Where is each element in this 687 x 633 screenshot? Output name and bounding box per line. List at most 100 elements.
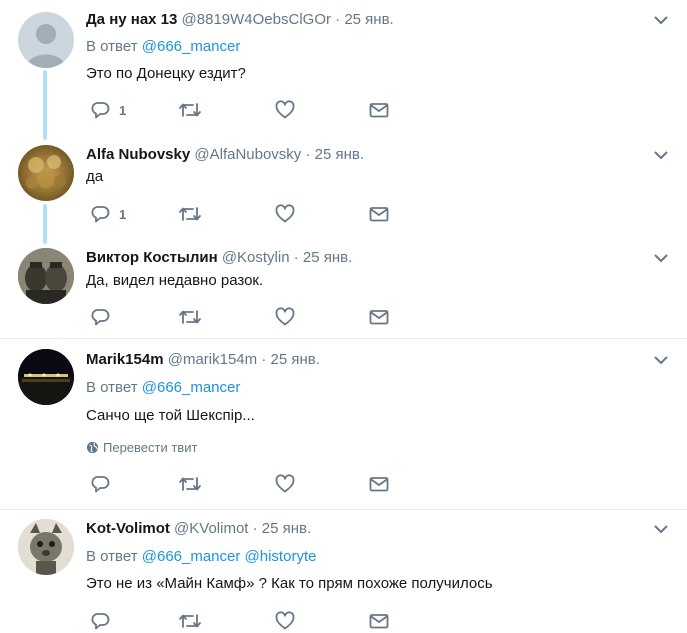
- display-name[interactable]: Marik154m: [86, 351, 164, 368]
- direct-message-icon: [369, 310, 389, 325]
- reply-icon: [91, 309, 110, 326]
- display-name[interactable]: Виктор Костылин: [86, 249, 218, 266]
- tweet-actions: [86, 306, 406, 328]
- reply-count: 1: [119, 206, 127, 222]
- user-handle[interactable]: @Kostylin: [222, 249, 290, 266]
- avatar[interactable]: [18, 519, 74, 575]
- reply-button[interactable]: 1: [90, 99, 126, 121]
- like-button[interactable]: [275, 473, 295, 495]
- tweet-header: Alfa Nubovsky @AlfaNubovsky · 25 янв.: [86, 146, 364, 164]
- default-avatar-icon: [26, 24, 66, 68]
- tweet-date[interactable]: · 25 янв.: [305, 146, 364, 163]
- tweet-actions: [86, 610, 406, 632]
- translate-tweet-link[interactable]: Перевести твит: [86, 440, 197, 456]
- reply-context: В ответ @666_mancer @historyte: [86, 548, 316, 566]
- like-icon: [275, 204, 295, 223]
- direct-message-icon: [369, 103, 389, 118]
- tweet[interactable]: Виктор Костылин @Kostylin · 25 янв. Да, …: [0, 240, 687, 338]
- tweet-actions: [86, 473, 406, 495]
- direct-message-icon: [369, 614, 389, 629]
- display-name[interactable]: Alfa Nubovsky: [86, 146, 190, 163]
- retweet-icon: [179, 310, 201, 324]
- like-icon: [275, 307, 295, 326]
- tweet-date[interactable]: · 25 янв.: [294, 249, 353, 266]
- retweet-icon: [179, 207, 201, 221]
- like-button[interactable]: [275, 610, 295, 632]
- direct-message-button[interactable]: [369, 306, 389, 328]
- reply-prefix: В ответ: [86, 38, 138, 55]
- tweet-text: Санчо ще той Шекспір...: [86, 407, 255, 424]
- chevron-down-icon[interactable]: [653, 523, 669, 535]
- avatar[interactable]: [18, 349, 74, 405]
- display-name[interactable]: Да ну нах 13: [86, 11, 177, 28]
- reply-button[interactable]: [90, 473, 110, 495]
- retweet-button[interactable]: [178, 473, 202, 495]
- reply-handle-link[interactable]: @666_mancer @historyte: [142, 548, 317, 565]
- globe-icon: [86, 441, 99, 454]
- avatar-default[interactable]: [18, 12, 74, 68]
- profile-photo: [18, 248, 74, 304]
- chevron-down-icon[interactable]: [653, 14, 669, 26]
- like-icon: [275, 611, 295, 630]
- retweet-button[interactable]: [178, 610, 202, 632]
- tweet[interactable]: Да ну нах 13 @8819W4OebsClGOr · 25 янв. …: [0, 0, 687, 135]
- tweet-text: да: [86, 168, 104, 185]
- tweet-date[interactable]: · 25 янв.: [261, 351, 320, 368]
- display-name[interactable]: Kot-Volimot: [86, 520, 170, 537]
- user-handle[interactable]: @8819W4OebsClGOr: [182, 11, 331, 28]
- user-handle[interactable]: @marik154m: [168, 351, 257, 368]
- direct-message-icon: [369, 477, 389, 492]
- tweet-header: Виктор Костылин @Kostylin · 25 янв.: [86, 249, 352, 267]
- reply-button[interactable]: [90, 306, 110, 328]
- tweet-date[interactable]: · 25 янв.: [335, 11, 394, 28]
- tweet-text: Это не из «Майн Камф» ? Как то прям похо…: [86, 575, 493, 592]
- reply-icon: [91, 476, 110, 493]
- reply-handle-link[interactable]: @666_mancer: [142, 379, 241, 396]
- tweet[interactable]: Kot-Volimot @KVolimot · 25 янв. В ответ …: [0, 510, 687, 633]
- profile-photo: [18, 349, 74, 405]
- tweet[interactable]: Alfa Nubovsky @AlfaNubovsky · 25 янв. да…: [0, 135, 687, 240]
- retweet-icon: [179, 477, 201, 491]
- translate-label: Перевести твит: [103, 440, 198, 455]
- tweet-header: Kot-Volimot @KVolimot · 25 янв.: [86, 520, 311, 538]
- reply-button[interactable]: [90, 610, 110, 632]
- reply-handle-link[interactable]: @666_mancer: [142, 38, 241, 55]
- tweet-actions: 1: [86, 99, 406, 121]
- reply-context: В ответ @666_mancer: [86, 38, 240, 56]
- direct-message-icon: [369, 207, 389, 222]
- direct-message-button[interactable]: [369, 610, 389, 632]
- reply-icon: [91, 613, 110, 630]
- like-button[interactable]: [275, 203, 295, 225]
- direct-message-button[interactable]: [369, 473, 389, 495]
- chevron-down-icon[interactable]: [653, 149, 669, 161]
- tweet-header: Marik154m @marik154m · 25 янв.: [86, 351, 320, 369]
- user-handle[interactable]: @AlfaNubovsky: [194, 146, 301, 163]
- direct-message-button[interactable]: [369, 203, 389, 225]
- reply-prefix: В ответ: [86, 379, 138, 396]
- like-icon: [275, 100, 295, 119]
- retweet-button[interactable]: [178, 99, 202, 121]
- like-icon: [275, 474, 295, 493]
- reply-icon: [91, 206, 110, 223]
- like-button[interactable]: [275, 99, 295, 121]
- reply-icon: [91, 102, 110, 119]
- tweet-actions: 1: [86, 203, 406, 225]
- reply-button[interactable]: 1: [90, 203, 126, 225]
- chevron-down-icon[interactable]: [653, 354, 669, 366]
- user-handle[interactable]: @KVolimot: [174, 520, 248, 537]
- avatar[interactable]: [18, 248, 74, 304]
- reply-prefix: В ответ: [86, 548, 138, 565]
- direct-message-button[interactable]: [369, 99, 389, 121]
- avatar[interactable]: [18, 145, 74, 201]
- profile-photo: [26, 155, 66, 189]
- retweet-button[interactable]: [178, 203, 202, 225]
- tweet[interactable]: Marik154m @marik154m · 25 янв. В ответ @…: [0, 339, 687, 509]
- chevron-down-icon[interactable]: [653, 252, 669, 264]
- like-button[interactable]: [275, 306, 295, 328]
- retweet-button[interactable]: [178, 306, 202, 328]
- profile-photo: [18, 519, 74, 575]
- tweet-text: Это по Донецку ездит?: [86, 65, 246, 82]
- reply-count: 1: [119, 102, 127, 118]
- tweet-date[interactable]: · 25 янв.: [253, 520, 312, 537]
- retweet-icon: [179, 103, 201, 117]
